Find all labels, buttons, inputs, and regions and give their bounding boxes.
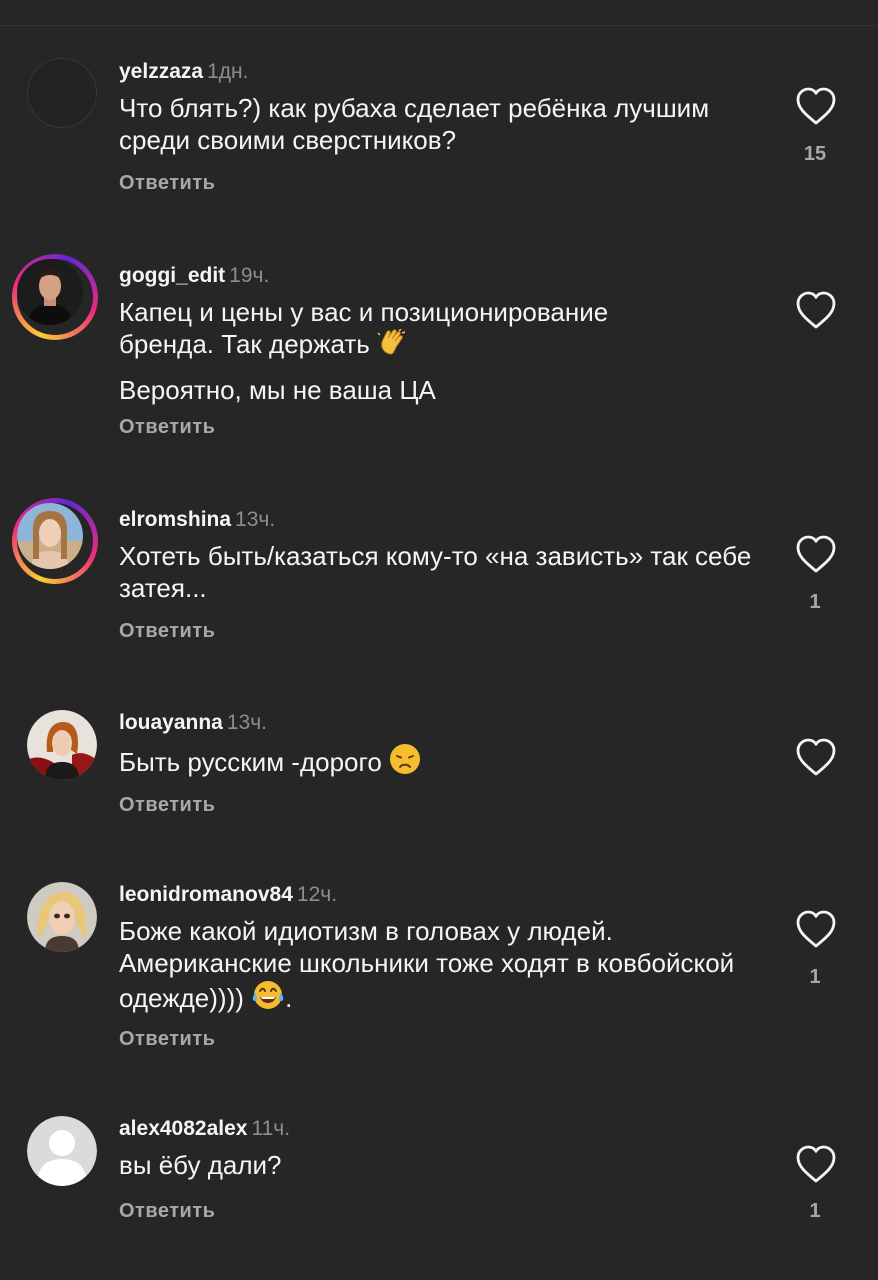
like-button[interactable] — [795, 290, 837, 330]
reply-button[interactable]: Ответить — [119, 416, 215, 439]
username[interactable]: alex4082alex — [119, 1117, 247, 1140]
username[interactable]: yelzzaza — [119, 60, 203, 83]
heart-outline-icon — [796, 291, 836, 329]
comment-text: вы ёбу дали? — [119, 1149, 769, 1181]
comment-line: Боже какой идиотизм в головах у людей. А… — [119, 915, 769, 1018]
comment-meta: yelzzaza 1дн. — [119, 59, 248, 85]
username[interactable]: goggi_edit — [119, 264, 225, 287]
clapping-hands-emoji — [377, 328, 407, 364]
avatar[interactable] — [12, 254, 98, 340]
heart-outline-icon — [796, 910, 836, 948]
comment-line: Что блять?) как рубаха сделает ребёнка л… — [119, 93, 710, 155]
comment-line: Хотеть быть/казаться кому-то «на зависть… — [119, 541, 752, 603]
like-button[interactable] — [795, 909, 837, 949]
comments-screen: yelzzaza 1дн. Что блять?) как рубаха сдел… — [0, 0, 878, 1280]
timestamp: 13ч. — [235, 508, 276, 531]
like-button[interactable] — [795, 534, 837, 574]
comment-line: вы ёбу дали? — [119, 1150, 282, 1180]
divider — [0, 25, 878, 26]
comment-meta: leonidromanov84 12ч. — [119, 882, 337, 908]
heart-outline-icon — [796, 1145, 836, 1183]
comment-line: Быть русским -дорого — [119, 743, 769, 782]
comment-meta: alex4082alex 11ч. — [119, 1116, 290, 1142]
like-count: 1 — [809, 966, 821, 988]
like-button[interactable] — [795, 737, 837, 777]
avatar[interactable] — [27, 882, 97, 952]
avatar[interactable] — [27, 1116, 97, 1186]
reply-button[interactable]: Ответить — [119, 620, 215, 643]
comment-text: Хотеть быть/казаться кому-то «на зависть… — [119, 540, 769, 604]
like-count: 1 — [809, 591, 821, 613]
comment-line: Капец и цены у вас и позиционирование бр… — [119, 296, 699, 364]
comment-meta: goggi_edit 19ч. — [119, 263, 269, 289]
default-avatar-icon — [27, 1116, 97, 1186]
timestamp: 19ч. — [229, 264, 270, 287]
reply-button[interactable]: Ответить — [119, 172, 215, 195]
comment-line: Вероятно, мы не ваша ЦА — [119, 375, 436, 405]
tears-of-joy-emoji — [251, 979, 285, 1018]
heart-outline-icon — [796, 535, 836, 573]
timestamp: 1дн. — [207, 60, 249, 83]
heart-outline-icon — [796, 87, 836, 125]
like-count: 15 — [803, 143, 827, 165]
avatar[interactable] — [27, 58, 97, 128]
comment-text: Что блять?) как рубаха сделает ребёнка л… — [119, 92, 719, 156]
heart-outline-icon — [796, 738, 836, 776]
like-button[interactable] — [795, 86, 837, 126]
username[interactable]: louayanna — [119, 711, 223, 734]
username[interactable]: elromshina — [119, 508, 231, 531]
reply-button[interactable]: Ответить — [119, 1028, 215, 1051]
timestamp: 11ч. — [251, 1117, 291, 1140]
timestamp: 13ч. — [226, 711, 268, 734]
reply-button[interactable]: Ответить — [119, 794, 215, 817]
comment-text: Капец и цены у вас и позиционирование бр… — [119, 296, 699, 406]
username[interactable]: leonidromanov84 — [119, 883, 293, 906]
avatar[interactable] — [12, 498, 98, 584]
comment-text: Быть русским -дорого — [119, 743, 769, 782]
comment-meta: louayanna 13ч. — [119, 710, 267, 736]
timestamp: 12ч. — [296, 883, 338, 906]
like-button[interactable] — [795, 1144, 837, 1184]
disappointed-face-emoji — [389, 743, 421, 782]
avatar[interactable] — [27, 710, 97, 780]
like-count: 1 — [809, 1200, 821, 1222]
comment-meta: elromshina 13ч. — [119, 507, 275, 533]
comment-text: Боже какой идиотизм в головах у людей. А… — [119, 915, 769, 1018]
reply-button[interactable]: Ответить — [119, 1200, 215, 1223]
